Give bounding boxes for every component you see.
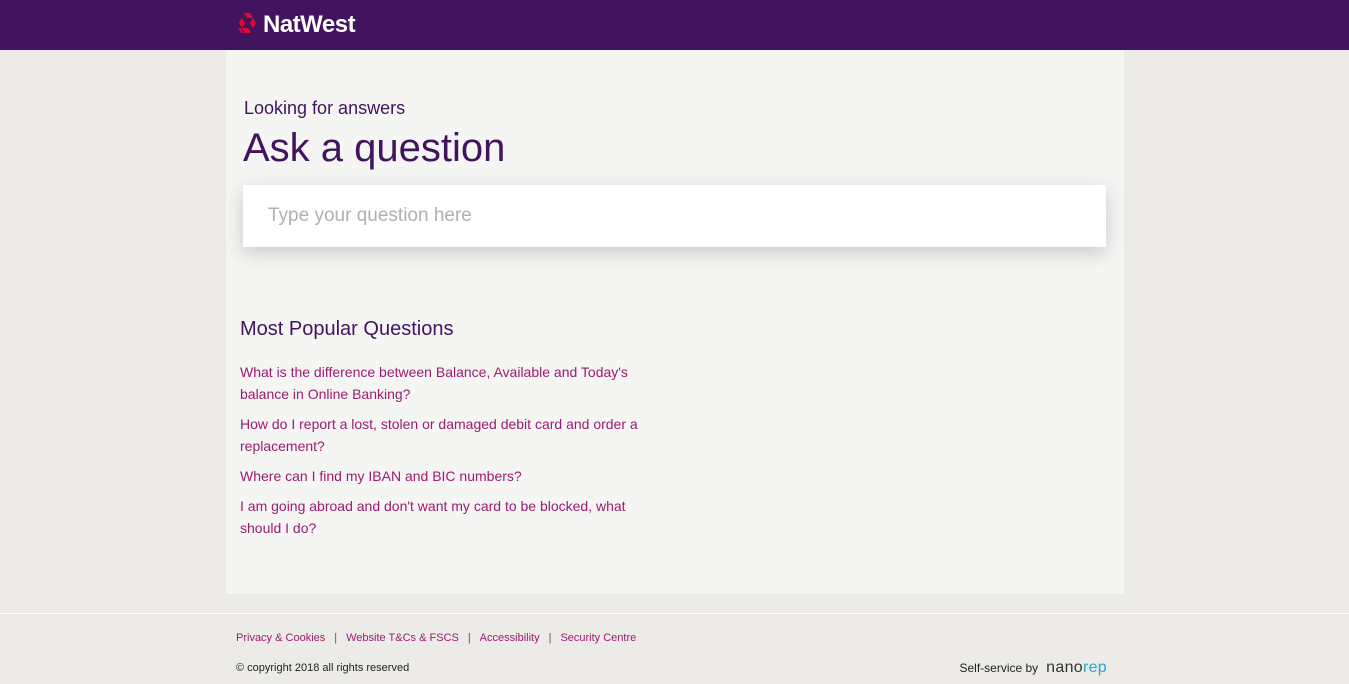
top-bar: NatWest: [0, 0, 1349, 50]
popular-questions-list: What is the difference between Balance, …: [240, 361, 650, 547]
list-item: I am going abroad and don't want my card…: [240, 495, 650, 539]
natwest-cubes-icon: [236, 12, 258, 39]
search-box: [243, 185, 1106, 247]
footer-divider: [0, 613, 1349, 614]
powered-by: Self-service by nanorep: [959, 659, 1107, 677]
faq-link-going-abroad[interactable]: I am going abroad and don't want my card…: [240, 495, 650, 539]
copyright-text: © copyright 2018 all rights reserved: [236, 662, 410, 674]
nanorep-logo-part2: rep: [1082, 659, 1107, 676]
list-item: Where can I find my IBAN and BIC numbers…: [240, 465, 650, 487]
list-item: How do I report a lost, stolen or damage…: [240, 413, 650, 457]
page-title: Ask a question: [243, 126, 506, 170]
footer-link-terms[interactable]: Website T&Cs & FSCS: [346, 632, 459, 644]
hero-eyebrow: Looking for answers: [244, 98, 406, 118]
nanorep-logo-part1: nano: [1046, 659, 1083, 676]
footer-link-accessibility[interactable]: Accessibility: [480, 632, 540, 644]
footer-separator: |: [548, 632, 552, 644]
footer-links: Privacy & Cookies | Website T&Cs & FSCS …: [236, 632, 636, 644]
natwest-logo[interactable]: NatWest: [236, 11, 356, 39]
popular-questions-title: Most Popular Questions: [240, 318, 454, 340]
faq-link-balance-difference[interactable]: What is the difference between Balance, …: [240, 361, 650, 405]
powered-by-label: Self-service by: [959, 661, 1039, 675]
faq-link-iban-bic[interactable]: Where can I find my IBAN and BIC numbers…: [240, 465, 650, 487]
list-item: What is the difference between Balance, …: [240, 361, 650, 405]
nanorep-logo[interactable]: nanorep: [1046, 659, 1107, 677]
footer-link-privacy[interactable]: Privacy & Cookies: [236, 632, 325, 644]
footer-link-security[interactable]: Security Centre: [560, 632, 636, 644]
footer-separator: |: [334, 632, 338, 644]
brand-name: NatWest: [263, 11, 356, 38]
faq-link-lost-card[interactable]: How do I report a lost, stolen or damage…: [240, 413, 650, 457]
question-search-input[interactable]: [243, 185, 1106, 247]
footer-separator: |: [467, 632, 471, 644]
